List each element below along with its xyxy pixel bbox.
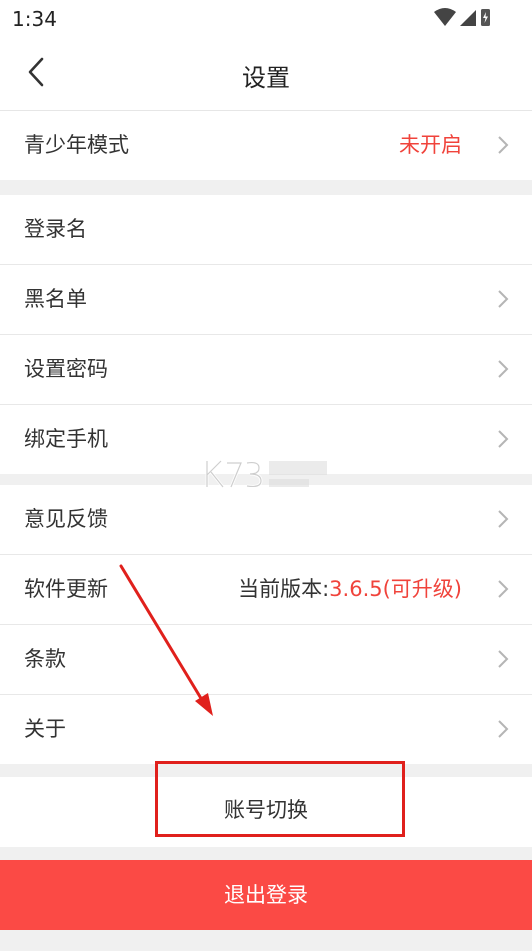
row-label: 软件更新 bbox=[24, 577, 108, 601]
settings-row-blacklist[interactable]: 黑名单 bbox=[0, 265, 532, 335]
row-label: 黑名单 bbox=[24, 287, 87, 311]
settings-row-bind-phone[interactable]: 绑定手机 bbox=[0, 405, 532, 474]
status-time: 1:34 bbox=[12, 7, 57, 31]
settings-group-account: 登录名 黑名单 设置密码 绑定手机 bbox=[0, 195, 532, 474]
wifi-icon bbox=[434, 8, 456, 26]
chevron-right-icon bbox=[498, 650, 509, 668]
page-title: 设置 bbox=[242, 64, 290, 92]
status-bar: 1:34 bbox=[0, 0, 532, 38]
switch-account-button[interactable]: 账号切换 bbox=[0, 777, 532, 847]
chevron-right-icon bbox=[498, 510, 509, 528]
settings-row-login-name[interactable]: 登录名 bbox=[0, 195, 532, 265]
row-value: 未开启 bbox=[399, 133, 462, 157]
row-label: 绑定手机 bbox=[24, 427, 108, 451]
signal-icon bbox=[460, 10, 476, 26]
chevron-right-icon bbox=[498, 290, 509, 308]
settings-row-feedback[interactable]: 意见反馈 bbox=[0, 485, 532, 555]
chevron-right-icon bbox=[498, 720, 509, 738]
settings-row-youth-mode[interactable]: 青少年模式 未开启 bbox=[0, 111, 532, 180]
row-label: 登录名 bbox=[24, 217, 87, 241]
settings-group-app: 意见反馈 软件更新 当前版本:3.6.5(可升级) 条款 关于 bbox=[0, 485, 532, 764]
logout-button[interactable]: 退出登录 bbox=[0, 860, 532, 930]
navigation-bar: 设置 bbox=[0, 38, 532, 111]
chevron-right-icon bbox=[498, 430, 509, 448]
row-label: 青少年模式 bbox=[24, 133, 129, 157]
settings-row-software-update[interactable]: 软件更新 当前版本:3.6.5(可升级) bbox=[0, 555, 532, 625]
settings-row-set-password[interactable]: 设置密码 bbox=[0, 335, 532, 405]
settings-row-terms[interactable]: 条款 bbox=[0, 625, 532, 695]
row-label: 意见反馈 bbox=[24, 507, 108, 531]
status-icons bbox=[434, 8, 490, 26]
version-prefix: 当前版本: bbox=[238, 577, 330, 601]
settings-group-youth: 青少年模式 未开启 bbox=[0, 111, 532, 180]
chevron-right-icon bbox=[498, 136, 509, 154]
version-number: 3.6.5(可升级) bbox=[329, 577, 462, 601]
row-label: 设置密码 bbox=[24, 357, 108, 381]
version-value: 当前版本:3.6.5(可升级) bbox=[238, 555, 462, 624]
chevron-right-icon bbox=[498, 580, 509, 598]
row-label: 关于 bbox=[24, 717, 66, 741]
settings-row-about[interactable]: 关于 bbox=[0, 695, 532, 764]
row-label: 条款 bbox=[24, 647, 66, 671]
chevron-right-icon bbox=[498, 360, 509, 378]
